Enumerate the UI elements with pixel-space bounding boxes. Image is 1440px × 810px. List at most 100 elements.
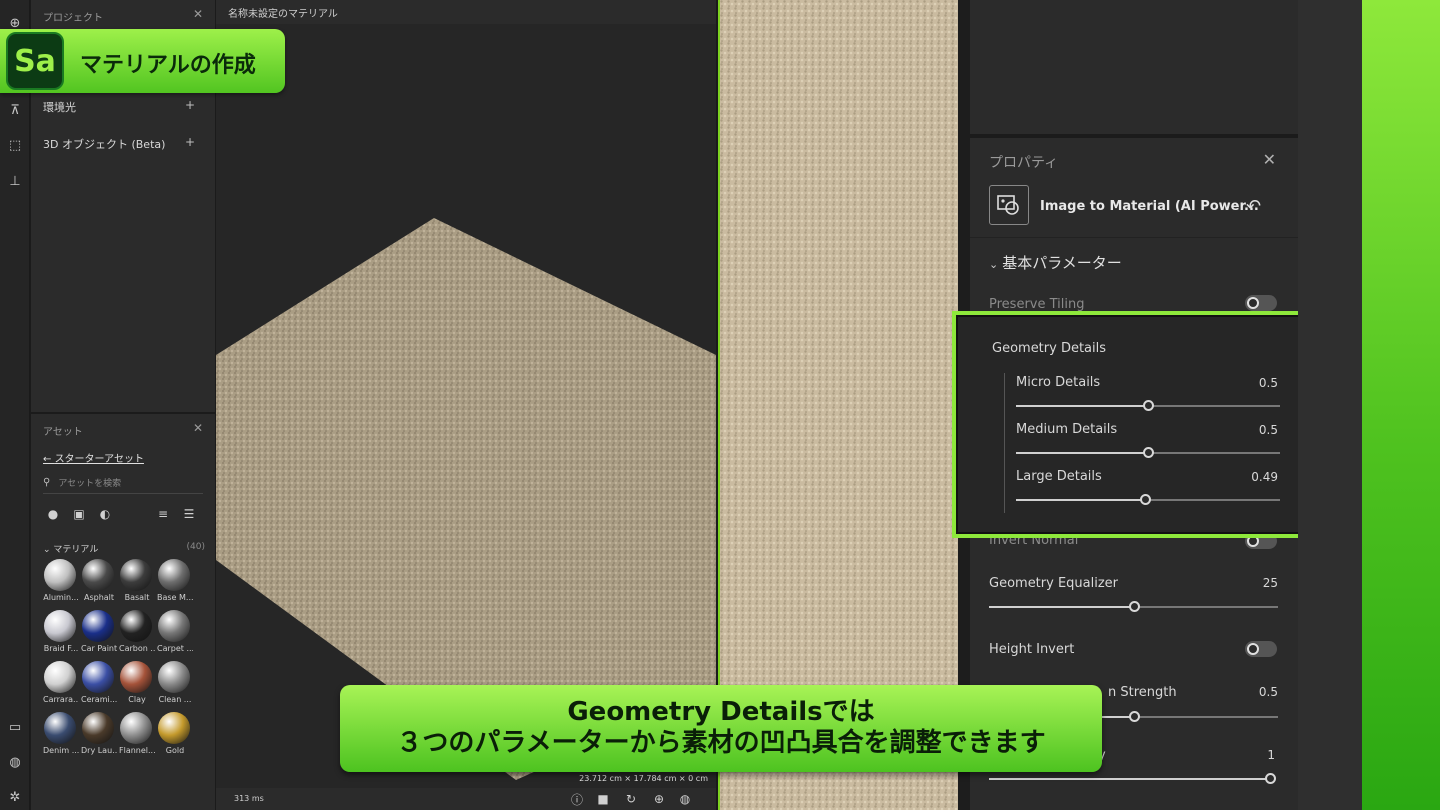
medium-details-slider[interactable] <box>1016 447 1280 458</box>
highlight-inner: Geometry Details Micro Details 0.5 Mediu… <box>956 315 1318 534</box>
close-icon[interactable]: ✕ <box>1263 150 1276 169</box>
dimensions-readout: 23.712 cm × 17.784 cm × 0 cm <box>579 774 708 783</box>
rotate-icon[interactable]: ↻ <box>624 792 638 806</box>
material-label: Cerami... <box>81 695 117 704</box>
material-tile[interactable]: Dry Lau... <box>81 712 117 760</box>
micro-details-value[interactable]: 0.5 <box>1238 376 1278 390</box>
slider-handle[interactable] <box>1265 773 1276 784</box>
transform-icon[interactable]: ⬚ <box>5 135 25 155</box>
material-label: Car Paint <box>81 644 117 653</box>
material-tile[interactable]: Braid F... <box>43 610 79 658</box>
geometry-equalizer-slider[interactable] <box>989 601 1278 612</box>
world-icon[interactable]: ◍ <box>5 752 25 772</box>
asset-search-input[interactable]: ⚲ アセットを検索 <box>43 472 203 494</box>
properties-title: プロパティ <box>989 155 1059 171</box>
material-tile[interactable]: Gold <box>157 712 191 760</box>
settings-icon[interactable]: ✲ <box>5 787 25 807</box>
material-tile[interactable]: Clean ... <box>157 661 191 709</box>
medium-details-value[interactable]: 0.5 <box>1238 423 1278 437</box>
sphere-view-icon[interactable]: ◍ <box>678 792 692 806</box>
material-thumbnail <box>158 559 190 591</box>
slider-handle[interactable] <box>1143 447 1154 458</box>
slider-handle[interactable] <box>1128 711 1140 722</box>
camera-icon[interactable]: ■ <box>596 792 610 806</box>
large-details-value[interactable]: 0.49 <box>1238 470 1278 484</box>
add-3d-object-button[interactable]: + <box>185 135 195 149</box>
info-icon[interactable]: ⓘ <box>570 792 584 807</box>
material-tile[interactable]: Alumin... <box>43 559 79 607</box>
material-tile[interactable]: Carpet ... <box>157 610 193 658</box>
material-label: Denim ... <box>43 746 79 755</box>
project-item-3d-object[interactable]: 3D オブジェクト (Beta) <box>43 136 165 152</box>
material-label: Clay <box>128 695 146 704</box>
close-icon[interactable]: ✕ <box>193 7 203 21</box>
stamp-icon[interactable]: ⊥ <box>5 171 25 191</box>
starter-assets-link[interactable]: ← スターターアセット <box>43 450 144 465</box>
material-tile[interactable]: Clay <box>119 661 153 709</box>
filter-icon[interactable]: ◐ <box>97 506 113 522</box>
material-thumbnail <box>120 559 152 591</box>
search-placeholder: アセットを検索 <box>58 479 122 489</box>
list-view-icon[interactable]: ☰ <box>181 506 197 522</box>
reset-icon[interactable]: ↶ <box>1246 196 1268 217</box>
tool-strip: ⊕ ⊼ ⬚ ⊥ ▭ ◍ ✲ <box>0 0 30 810</box>
basic-params-section[interactable]: ⌄ 基本パラメーター <box>989 252 1122 273</box>
sort-icon[interactable]: ≡ <box>155 506 171 522</box>
add-environment-button[interactable]: + <box>185 98 195 112</box>
strength-value[interactable]: 0.5 <box>1238 685 1278 699</box>
caption-line-1: Geometry Detailsでは <box>567 697 875 727</box>
material-tile[interactable]: Carbon ... <box>119 610 155 658</box>
project-item-environment[interactable]: 環境光 <box>43 99 76 115</box>
slider-handle[interactable] <box>1140 494 1152 505</box>
material-label: Flannel... <box>119 746 155 755</box>
divider <box>970 237 1298 238</box>
geometry-equalizer-label: Geometry Equalizer <box>989 576 1119 591</box>
material-thumbnail <box>120 712 152 744</box>
material-tile[interactable]: Carrara... <box>43 661 79 709</box>
last-param-value[interactable]: 1 <box>1235 748 1275 762</box>
preserve-tiling-toggle[interactable] <box>1245 295 1277 311</box>
material-tile[interactable]: Denim ... <box>43 712 79 760</box>
material-thumbnail <box>44 712 76 744</box>
section-title: 基本パラメーター <box>1002 254 1122 272</box>
close-icon[interactable]: ✕ <box>193 421 203 435</box>
micro-details-slider[interactable] <box>1016 400 1280 411</box>
material-tile[interactable]: Flannel... <box>119 712 155 760</box>
material-label: Braid F... <box>43 644 79 653</box>
filter-name: Image to Material (AI Power... <box>1040 199 1259 214</box>
geometry-equalizer-value[interactable]: 25 <box>1238 576 1278 590</box>
sphere-icon[interactable]: ● <box>45 506 61 522</box>
material-label: Gold <box>165 746 185 755</box>
material-label: Carpet ... <box>157 644 193 653</box>
screen-icon[interactable]: ▭ <box>5 717 25 737</box>
material-tile[interactable]: Asphalt <box>81 559 115 607</box>
image-icon[interactable]: ▣ <box>71 506 87 522</box>
height-invert-toggle[interactable] <box>1245 641 1277 657</box>
material-tile[interactable]: Basalt <box>119 559 153 607</box>
green-border <box>1362 0 1440 810</box>
lighting-icon[interactable]: ⊼ <box>5 100 25 120</box>
group-indent-line <box>1004 373 1005 513</box>
material-label: Carbon ... <box>119 644 155 653</box>
substance-logo: Sa <box>6 32 64 90</box>
slider-handle[interactable] <box>1128 601 1140 612</box>
background-gap <box>1298 0 1362 810</box>
large-details-slider[interactable] <box>1016 494 1280 505</box>
materials-header[interactable]: ⌄ マテリアル (40) <box>43 542 205 555</box>
badge-title: マテリアルの作成 <box>80 53 256 78</box>
material-label: Basalt <box>124 593 150 602</box>
last-param-slider[interactable] <box>989 773 1276 784</box>
title-badge: Sa マテリアルの作成 <box>0 29 285 93</box>
material-tile[interactable]: Car Paint <box>81 610 117 658</box>
asset-filter-bar: ● ▣ ◐ ≡ ☰ <box>43 506 203 524</box>
globe-icon[interactable]: ⊕ <box>652 792 666 806</box>
slider-handle[interactable] <box>1143 400 1154 411</box>
starter-assets-label: スターターアセット <box>54 454 144 465</box>
image-to-material-icon <box>989 185 1029 225</box>
geometry-details-highlight: Geometry Details Micro Details 0.5 Mediu… <box>952 311 1322 538</box>
render-time: 313 ms <box>234 794 264 803</box>
material-tile[interactable]: Cerami... <box>81 661 117 709</box>
material-tile[interactable]: Base M... <box>157 559 193 607</box>
caption-line-2: ３つのパラメーターから素材の凹凸具合を調整できます <box>396 728 1046 758</box>
material-thumbnail <box>82 559 114 591</box>
